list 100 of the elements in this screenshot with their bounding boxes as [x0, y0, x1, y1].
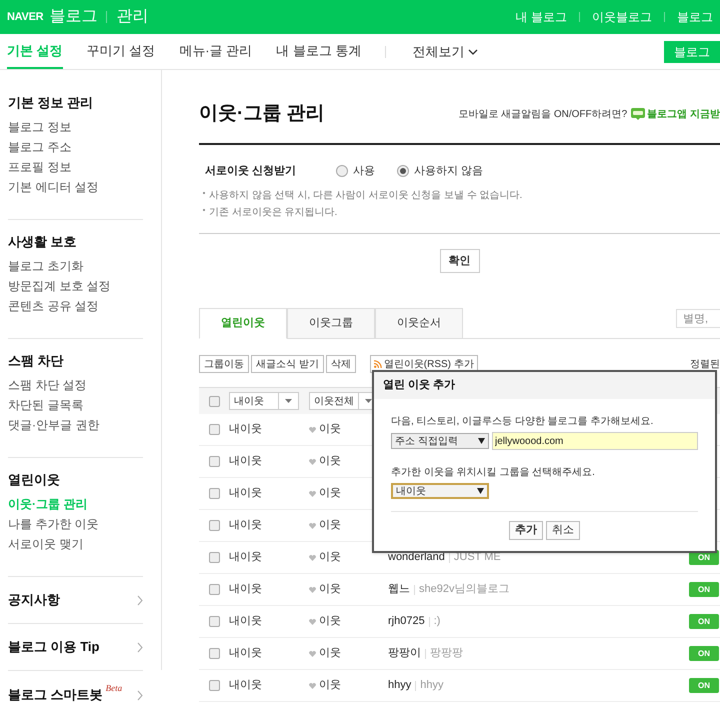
checkbox[interactable]	[209, 488, 220, 499]
radio-button[interactable]	[336, 164, 348, 177]
relation-cell-text: 이웃	[319, 646, 341, 662]
chevron-right-icon	[137, 642, 143, 652]
sidebar-heading: 스팸 차단	[8, 352, 65, 370]
group-prompt: 추가한 이웃을 위치시킬 그룹을 선택해주세요.	[391, 466, 596, 480]
relation-cell-text: 이웃	[319, 454, 341, 470]
relation-cell-text: 이웃	[319, 486, 341, 502]
blog-description: :)	[434, 614, 440, 630]
dialog-prompt: 다음, 티스토리, 이글루스등 다양한 블로그를 추가해보세요.	[391, 415, 654, 429]
heart-icon	[309, 426, 316, 432]
dropdown-arrow-icon	[285, 399, 292, 403]
sidebar-item[interactable]: 프로필 정보	[8, 157, 143, 177]
setting-label: 서로이웃 신청받기	[205, 164, 298, 178]
section-tab[interactable]: 이웃순서	[375, 308, 463, 339]
section-title: 관리	[116, 7, 148, 27]
sidebar-item[interactable]: 스팸 차단 설정	[8, 375, 143, 395]
radio-button[interactable]	[397, 164, 409, 177]
relation-cell-text: 이웃	[319, 678, 341, 694]
view-all-menu[interactable]: 전체보기	[412, 34, 478, 69]
note-text: 기존 서로이웃은 유지됩니다.	[209, 206, 338, 220]
group-cell-text: 내이웃	[229, 582, 263, 598]
checkbox[interactable]	[209, 552, 220, 563]
confirm-button[interactable]: 확인	[440, 249, 480, 273]
dropdown-arrow-icon	[478, 438, 485, 444]
relation-cell-text: 이웃	[319, 582, 341, 598]
checkbox[interactable]	[209, 616, 220, 627]
sidebar-heading: 사생활 보호	[8, 233, 78, 251]
relation-cell-text: 이웃	[319, 614, 341, 630]
dropdown-arrow-icon	[365, 399, 372, 403]
sidebar-heading: 기본 정보 관리	[8, 94, 94, 112]
neighbor-name[interactable]: 웹느	[388, 581, 410, 598]
checkbox[interactable]	[209, 396, 220, 406]
sidebar-item[interactable]: 기본 에디터 설정	[8, 177, 143, 197]
dialog-button[interactable]: 추가	[509, 521, 543, 540]
sort-label: 정렬된	[690, 358, 720, 372]
sidebar-heading: 열린이웃	[8, 471, 61, 489]
nav-tab[interactable]: 메뉴·글 관리	[179, 34, 252, 69]
url-field[interactable]: jellywoood.com	[492, 432, 698, 450]
neighbor-name[interactable]: hhyy	[388, 677, 412, 694]
checkbox[interactable]	[209, 424, 220, 435]
sidebar-item[interactable]: 방문집계 보호 설정	[8, 276, 143, 296]
group-select-dropdown[interactable]: 내이웃	[391, 483, 489, 499]
checkbox[interactable]	[209, 456, 220, 467]
blog-app-icon	[631, 108, 646, 120]
heart-icon	[309, 458, 316, 464]
sidebar-link[interactable]: 공지사항	[8, 577, 143, 624]
dialog-button[interactable]: 취소	[546, 521, 580, 540]
group-cell-text: 내이웃	[229, 518, 263, 534]
sidebar-link[interactable]: 블로그 이용 Tip	[8, 624, 143, 671]
group-dropdown[interactable]: 내이웃	[229, 392, 299, 410]
neighbor-name[interactable]: wonderland	[388, 549, 445, 566]
heart-icon	[309, 650, 316, 656]
blog-app-link[interactable]: 블로그앱 지금받	[647, 106, 720, 122]
source-dropdown[interactable]: 주소 직접입력	[391, 433, 489, 449]
section-tab[interactable]: 이웃그룹	[287, 308, 375, 339]
relation-cell-text: 이웃	[319, 518, 341, 534]
blog-description: 팡팡팡	[430, 646, 463, 662]
chevron-right-icon	[137, 690, 143, 700]
toolbar-button[interactable]: 그룹이동	[199, 355, 249, 373]
section-tab[interactable]: 열린이웃	[199, 308, 287, 339]
relation-cell-text: 이웃	[319, 550, 341, 566]
search-field[interactable]: 별명,	[676, 309, 720, 328]
blog-description: hhyy	[420, 678, 444, 694]
dropdown-arrow-icon	[477, 488, 484, 494]
group-cell-text: 내이웃	[229, 486, 263, 502]
sidebar-item[interactable]: 차단된 글목록	[8, 395, 143, 415]
toolbar-button[interactable]: 삭제	[326, 355, 356, 373]
neighbor-name[interactable]: rjh0725	[388, 613, 425, 630]
note-text: 사용하지 않음 선택 시, 다른 사람이 서로이웃 신청을 보낼 수 없습니다.	[209, 189, 522, 203]
sidebar-link-label: 공지사항	[8, 591, 60, 610]
sidebar-item[interactable]: 블로그 초기화	[8, 256, 143, 276]
neighbor-name[interactable]: 팡팡이	[388, 645, 421, 662]
checkbox[interactable]	[209, 584, 220, 595]
nav-tab[interactable]: 꾸미기 설정	[86, 34, 156, 69]
nav-tab[interactable]: 내 블로그 통계	[276, 34, 362, 69]
sidebar-item[interactable]: 콘텐츠 공유 설정	[8, 296, 143, 316]
chevron-down-icon	[468, 48, 478, 54]
heart-icon	[309, 618, 316, 624]
beta-label: Beta	[106, 683, 122, 693]
page-title: 이웃·그룹 관리	[199, 102, 325, 126]
group-cell-text: 내이웃	[229, 422, 263, 438]
sidebar-link[interactable]: 블로그 스마트봇 Beta	[8, 677, 143, 706]
promo-text: 모바일로 새글알림을 ON/OFF하려면?	[458, 108, 628, 122]
heart-icon	[309, 522, 316, 528]
group-cell-text: 내이웃	[229, 646, 263, 662]
group-cell-text: 내이웃	[229, 614, 263, 630]
toolbar-button[interactable]: 새글소식 받기	[251, 355, 324, 373]
checkbox[interactable]	[209, 520, 220, 531]
checkbox[interactable]	[209, 648, 220, 659]
checkbox[interactable]	[209, 680, 220, 691]
sidebar-item[interactable]: 블로그 주소	[8, 137, 143, 157]
sidebar-link-label: 블로그 스마트봇	[8, 686, 103, 704]
sidebar-item[interactable]: 블로그 정보	[8, 117, 143, 137]
sidebar-item[interactable]: 댓글·안부글 권한	[8, 415, 143, 435]
relation-cell-text: 이웃	[319, 422, 341, 438]
sidebar-item[interactable]: 나를 추가한 이웃	[8, 514, 143, 534]
chevron-right-icon	[137, 594, 143, 606]
group-cell-text: 내이웃	[229, 550, 263, 566]
sidebar-item[interactable]: 서로이웃 맺기	[8, 534, 143, 554]
